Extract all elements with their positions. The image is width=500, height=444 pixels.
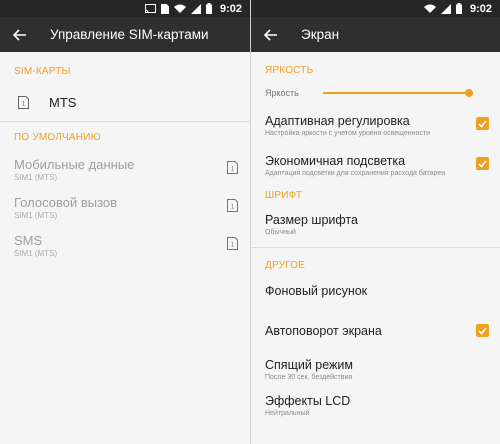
lcd-effects-sub: Нейтральный	[265, 410, 310, 417]
svg-text:1: 1	[231, 205, 235, 211]
sim-management-screen: 9:02 Управление SIM-картами SIM-КАРТЫ 1 …	[0, 0, 250, 444]
sim-card-icon: 1	[227, 161, 238, 174]
sleep-title: Спящий режим	[265, 358, 353, 372]
sleep-sub: После 30 сек. бездействия	[265, 374, 353, 381]
screens: 9:02 Управление SIM-картами SIM-КАРТЫ 1 …	[0, 0, 500, 444]
battery-icon	[205, 3, 212, 14]
sim-card-icon: 1	[18, 95, 29, 109]
status-bar: 9:02	[0, 0, 250, 17]
page-title: Управление SIM-картами	[50, 27, 209, 42]
lcd-effects-row[interactable]: Эффекты LCD Нейтральный	[251, 394, 500, 426]
brightness-row: Яркость	[251, 79, 500, 107]
section-header-brightness: ЯРКОСТЬ	[265, 65, 314, 76]
section-header-font: ШРИФТ	[265, 190, 303, 201]
section-header-sim: SIM-КАРТЫ	[14, 66, 71, 77]
default-voice-call-sub: SIM1 (MTS)	[14, 211, 58, 220]
wallpaper-title: Фоновый рисунок	[265, 284, 368, 298]
brightness-label: Яркость	[265, 88, 299, 98]
toolbar: Управление SIM-картами	[0, 17, 250, 52]
status-bar: 9:02	[251, 0, 500, 17]
default-sms-title: SMS	[14, 233, 43, 248]
status-time: 9:02	[219, 2, 242, 15]
sim-card-name: MTS	[49, 94, 77, 110]
signal-icon	[440, 3, 451, 14]
svg-text:1: 1	[22, 101, 26, 107]
default-sms-sub: SIM1 (MTS)	[14, 249, 58, 258]
economy-backlight-title: Экономичная подсветка	[265, 154, 406, 168]
default-mobile-data-sub: SIM1 (MTS)	[14, 173, 58, 182]
sim-card-row[interactable]: 1 MTS	[0, 83, 250, 121]
status-time: 9:02	[469, 2, 492, 15]
adaptive-brightness-row[interactable]: Адаптивная регулировка Настройка яркости…	[251, 114, 500, 154]
adaptive-brightness-title: Адаптивная регулировка	[265, 114, 410, 128]
svg-text:1: 1	[231, 243, 235, 249]
page-title: Экран	[301, 27, 340, 42]
sim-card-icon: 1	[227, 237, 238, 250]
lcd-effects-title: Эффекты LCD	[265, 394, 351, 408]
economy-backlight-sub: Адаптация подсветки для сохранения расхо…	[265, 170, 446, 177]
wifi-icon	[423, 4, 436, 13]
svg-text:1: 1	[231, 167, 235, 173]
default-voice-call-title: Голосовой вызов	[14, 195, 118, 210]
adaptive-brightness-checkbox[interactable]	[476, 117, 489, 130]
wallpaper-row[interactable]: Фоновый рисунок	[251, 284, 500, 324]
adaptive-brightness-sub: Настройка яркости с учетом уровня освеще…	[265, 130, 430, 137]
sim-card-icon: 1	[227, 199, 238, 212]
battery-icon	[455, 3, 462, 14]
brightness-slider[interactable]	[323, 87, 473, 99]
default-mobile-data-row[interactable]: Мобильные данные SIM1 (MTS) 1	[0, 151, 250, 189]
default-voice-call-row[interactable]: Голосовой вызов SIM1 (MTS) 1	[0, 189, 250, 227]
economy-backlight-checkbox[interactable]	[476, 157, 489, 170]
autorotate-checkbox[interactable]	[476, 324, 489, 337]
section-header-default: ПО УМОЛЧАНИЮ	[14, 132, 101, 143]
autorotate-row[interactable]: Автоповорот экрана	[251, 324, 500, 358]
display-settings-screen: 9:02 Экран ЯРКОСТЬ Яркость Адаптивная ре…	[250, 0, 500, 444]
toolbar: Экран	[251, 17, 500, 52]
font-size-sub: Обычный	[265, 229, 296, 236]
back-arrow-icon[interactable]	[261, 25, 281, 45]
sim-icon	[160, 3, 169, 14]
economy-backlight-row[interactable]: Экономичная подсветка Адаптация подсветк…	[251, 154, 500, 190]
font-size-title: Размер шрифта	[265, 213, 358, 227]
default-mobile-data-title: Мобильные данные	[14, 157, 135, 172]
font-size-row[interactable]: Размер шрифта Обычный	[251, 213, 500, 247]
sleep-row[interactable]: Спящий режим После 30 сек. бездействия	[251, 358, 500, 394]
default-sms-row[interactable]: SMS SIM1 (MTS) 1	[0, 227, 250, 265]
section-header-other: ДРУГОЕ	[265, 260, 306, 271]
wifi-icon	[173, 4, 186, 13]
signal-icon	[190, 3, 201, 14]
brightness-track	[323, 92, 468, 94]
back-arrow-icon[interactable]	[10, 25, 30, 45]
brightness-thumb[interactable]	[465, 89, 473, 97]
autorotate-title: Автоповорот экрана	[265, 324, 382, 338]
cast-icon	[144, 4, 156, 13]
